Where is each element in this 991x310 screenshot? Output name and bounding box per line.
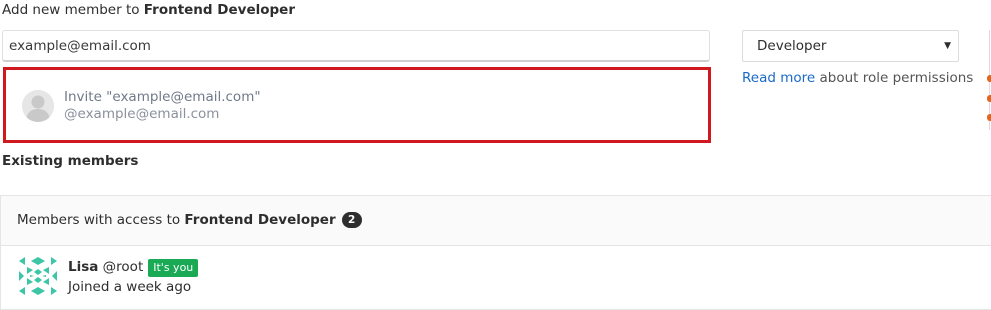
members-panel: Members with access to Frontend Develope… [0, 195, 991, 310]
members-header-group: Frontend Developer [184, 212, 336, 228]
role-select[interactable]: Developer ▼ [742, 30, 959, 62]
member-name-line: Lisa @root It's you [68, 259, 199, 277]
members-header-prefix: Members with access to [17, 212, 181, 228]
add-member-group-name: Frontend Developer [143, 2, 295, 18]
members-panel-header: Members with access to Frontend Develope… [1, 196, 991, 246]
member-row: Lisa @root It's you Joined a week ago [1, 246, 991, 310]
page-root: Add new member to Frontend Developer exa… [0, 0, 991, 310]
warning-marker [987, 114, 991, 121]
warning-marker [987, 75, 991, 82]
member-joined-time: Joined a week ago [68, 279, 192, 295]
default-user-avatar-icon [22, 90, 54, 122]
invite-suggestion-title: Invite "example@email.com" [64, 89, 261, 105]
read-more-link[interactable]: Read more [742, 70, 815, 86]
invite-suggestion-username: @example@email.com [64, 106, 220, 122]
member-name[interactable]: Lisa [68, 259, 98, 275]
role-permissions-help: Read more about role permissions [742, 70, 973, 86]
members-header-text: Members with access to Frontend Develope… [17, 212, 362, 228]
invite-member-input[interactable]: example@email.com [2, 30, 710, 62]
identicon-avatar-icon[interactable] [19, 257, 57, 295]
existing-members-title: Existing members [2, 153, 139, 169]
add-member-title: Add new member to Frontend Developer [2, 2, 295, 18]
invite-suggestion-item[interactable]: Invite "example@email.com" @example@emai… [9, 73, 705, 137]
warning-marker [987, 95, 991, 102]
invite-suggestion-dropdown: Invite "example@email.com" @example@emai… [3, 67, 711, 143]
member-username: @root [102, 259, 144, 275]
role-select-value: Developer [757, 38, 827, 54]
add-member-title-prefix: Add new member to [2, 2, 140, 18]
members-count-badge: 2 [341, 212, 362, 228]
its-you-badge: It's you [148, 259, 199, 277]
caret-down-icon: ▼ [944, 41, 951, 51]
role-permissions-help-text: about role permissions [819, 70, 974, 86]
invite-input-value: example@email.com [9, 38, 151, 54]
